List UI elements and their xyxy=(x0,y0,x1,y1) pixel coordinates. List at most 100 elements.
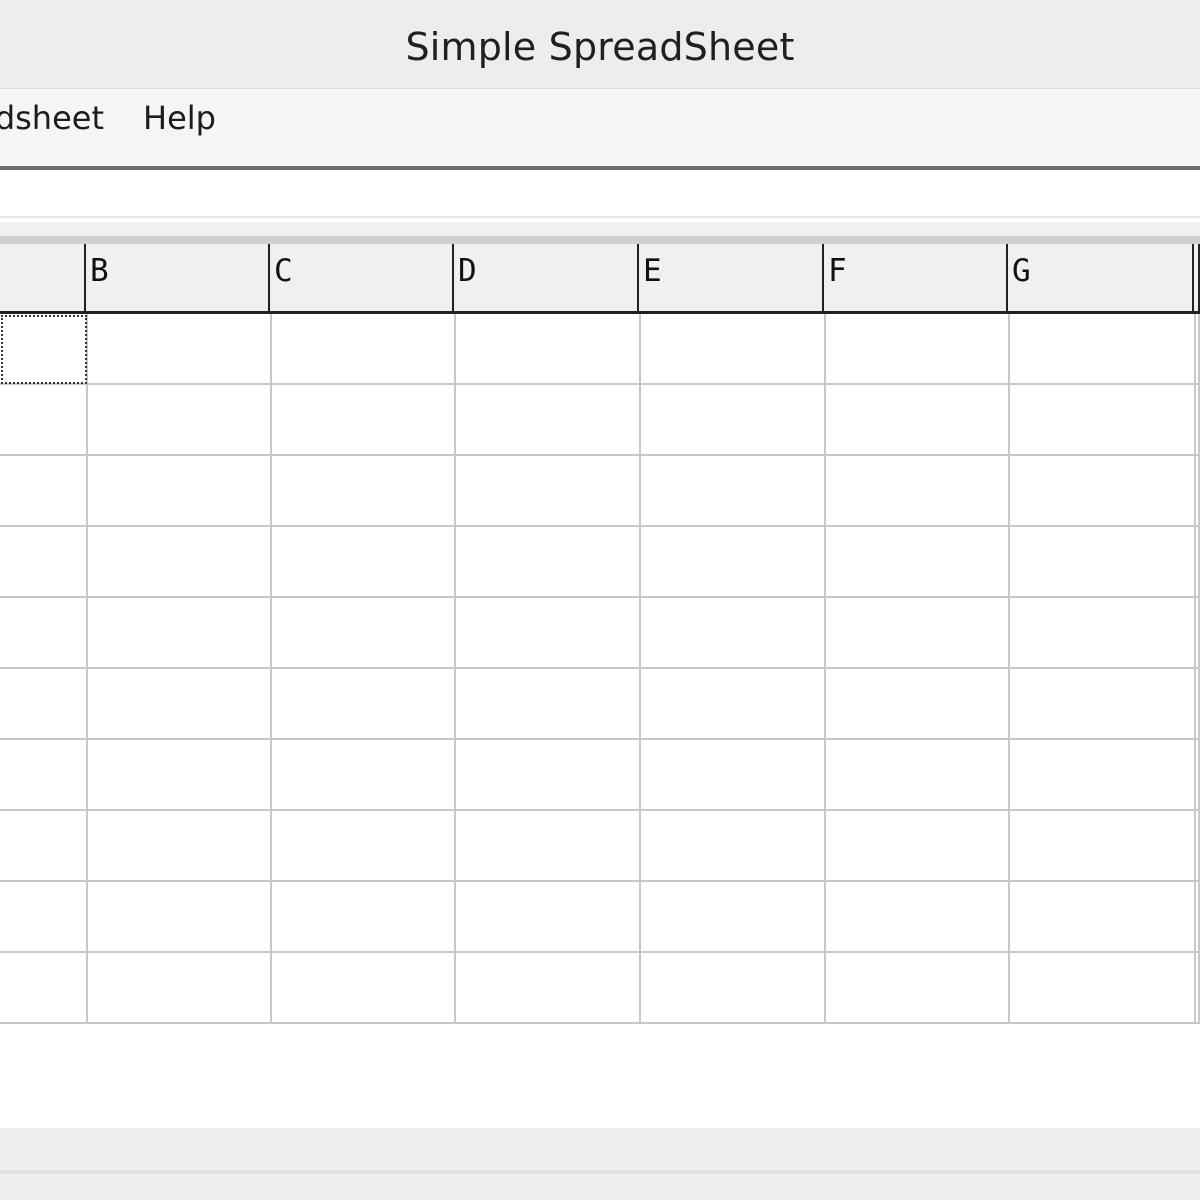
grid-cell[interactable] xyxy=(272,882,456,953)
grid-cell[interactable] xyxy=(826,953,1010,1024)
grid-cell[interactable] xyxy=(1196,669,1200,740)
column-header[interactable]: D xyxy=(454,244,641,314)
grid-cell[interactable] xyxy=(272,456,456,527)
grid-cell[interactable] xyxy=(641,456,826,527)
column-header[interactable]: G xyxy=(1008,244,1196,314)
grid-cell[interactable] xyxy=(456,740,641,811)
grid-cell[interactable] xyxy=(0,953,88,1024)
grid-cell[interactable] xyxy=(0,598,88,669)
column-header[interactable]: F xyxy=(824,244,1010,314)
grid-cell[interactable] xyxy=(0,385,88,456)
grid-cell[interactable] xyxy=(456,314,641,385)
grid-cell[interactable] xyxy=(826,669,1010,740)
grid-cell[interactable] xyxy=(456,953,641,1024)
grid-cell[interactable] xyxy=(1010,314,1196,385)
grid-cell[interactable] xyxy=(641,385,826,456)
grid-cell[interactable] xyxy=(456,882,641,953)
grid-cell[interactable] xyxy=(272,740,456,811)
status-separator xyxy=(0,1170,1200,1174)
grid-cell[interactable] xyxy=(826,456,1010,527)
grid-cell[interactable] xyxy=(641,882,826,953)
formula-input[interactable] xyxy=(0,170,1200,218)
grid-cell[interactable] xyxy=(88,669,272,740)
grid-cell[interactable] xyxy=(1010,811,1196,882)
grid-cell[interactable] xyxy=(826,385,1010,456)
grid-cell[interactable] xyxy=(826,882,1010,953)
grid-cell[interactable] xyxy=(88,882,272,953)
menu-bar: adsheet Help xyxy=(0,89,1200,166)
grid-cell[interactable] xyxy=(456,385,641,456)
grid-cell[interactable] xyxy=(272,598,456,669)
grid-cell[interactable] xyxy=(1010,385,1196,456)
grid-cell[interactable] xyxy=(88,598,272,669)
grid-cell[interactable] xyxy=(826,527,1010,598)
grid-cell[interactable] xyxy=(456,811,641,882)
grid-cell[interactable] xyxy=(1010,527,1196,598)
grid-cell[interactable] xyxy=(456,527,641,598)
grid-cell[interactable] xyxy=(641,740,826,811)
grid-cell[interactable] xyxy=(1196,598,1200,669)
grid-cell[interactable] xyxy=(1010,598,1196,669)
grid-top-border xyxy=(0,236,1200,244)
grid-cell[interactable] xyxy=(0,882,88,953)
grid-cell[interactable] xyxy=(272,527,456,598)
column-header[interactable]: C xyxy=(270,244,456,314)
grid-cell[interactable] xyxy=(826,740,1010,811)
grid-cell[interactable] xyxy=(272,669,456,740)
grid-cell[interactable] xyxy=(1010,882,1196,953)
grid-cell[interactable] xyxy=(1196,314,1200,385)
column-header[interactable] xyxy=(1194,244,1200,314)
grid-cell[interactable] xyxy=(826,598,1010,669)
grid-cell[interactable] xyxy=(272,385,456,456)
grid-cell[interactable] xyxy=(0,314,88,385)
grid-cell[interactable] xyxy=(88,385,272,456)
grid-cell[interactable] xyxy=(1010,740,1196,811)
grid-cell[interactable] xyxy=(272,811,456,882)
grid-cell[interactable] xyxy=(88,953,272,1024)
column-header[interactable] xyxy=(0,244,88,314)
title-bar: Simple SpreadSheet xyxy=(0,0,1200,89)
spreadsheet-grid: BCDEFG xyxy=(0,222,1200,1128)
grid-cell[interactable] xyxy=(88,527,272,598)
menu-help[interactable]: Help xyxy=(143,89,216,166)
formula-area xyxy=(0,170,1200,222)
grid-cell[interactable] xyxy=(0,527,88,598)
grid-cell[interactable] xyxy=(641,953,826,1024)
grid-cell[interactable] xyxy=(456,669,641,740)
grid-cell[interactable] xyxy=(1196,385,1200,456)
grid-cell[interactable] xyxy=(272,314,456,385)
column-header[interactable]: E xyxy=(639,244,826,314)
grid-cell[interactable] xyxy=(0,811,88,882)
grid-cell[interactable] xyxy=(1196,527,1200,598)
grid-cell[interactable] xyxy=(641,527,826,598)
grid-cell[interactable] xyxy=(641,669,826,740)
grid-cell[interactable] xyxy=(88,740,272,811)
grid-cell[interactable] xyxy=(1010,669,1196,740)
grid-cell[interactable] xyxy=(1196,953,1200,1024)
grid-cell[interactable] xyxy=(272,953,456,1024)
menu-spreadsheet[interactable]: adsheet xyxy=(0,89,104,166)
grid-cell[interactable] xyxy=(641,598,826,669)
grid-cell[interactable] xyxy=(1010,456,1196,527)
grid-cell[interactable] xyxy=(1196,811,1200,882)
grid-cell[interactable] xyxy=(1196,882,1200,953)
grid-cell[interactable] xyxy=(1196,456,1200,527)
grid-cell[interactable] xyxy=(88,314,272,385)
grid-cell[interactable] xyxy=(88,456,272,527)
grid-cell[interactable] xyxy=(456,456,641,527)
window-title: Simple SpreadSheet xyxy=(405,25,795,69)
status-bar xyxy=(0,1128,1200,1200)
grid-cell[interactable] xyxy=(0,740,88,811)
grid-cell[interactable] xyxy=(641,314,826,385)
grid-body xyxy=(0,244,1200,1128)
column-header[interactable]: B xyxy=(86,244,272,314)
grid-cell[interactable] xyxy=(826,811,1010,882)
grid-cell[interactable] xyxy=(0,669,88,740)
grid-cell[interactable] xyxy=(0,456,88,527)
grid-cell[interactable] xyxy=(1196,740,1200,811)
grid-cell[interactable] xyxy=(826,314,1010,385)
grid-cell[interactable] xyxy=(88,811,272,882)
grid-cell[interactable] xyxy=(1010,953,1196,1024)
grid-cell[interactable] xyxy=(641,811,826,882)
grid-cell[interactable] xyxy=(456,598,641,669)
